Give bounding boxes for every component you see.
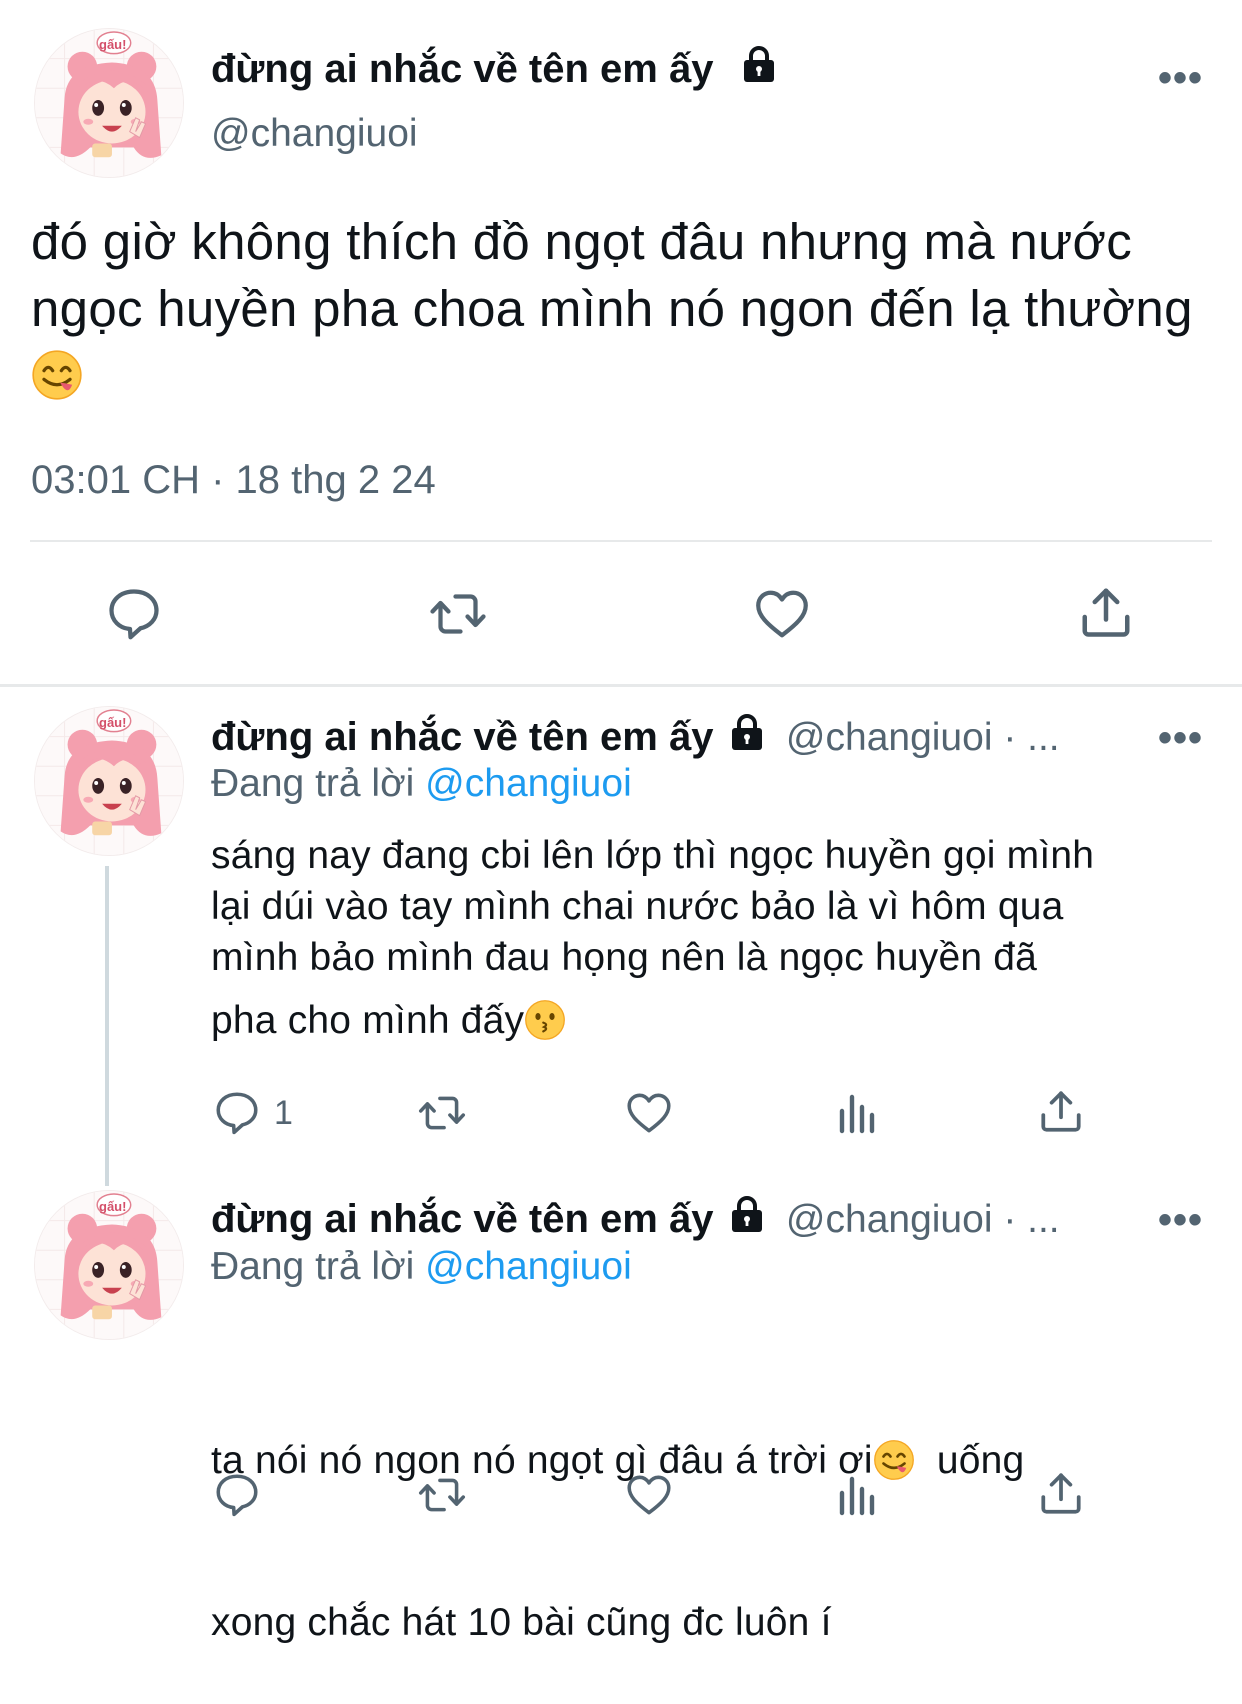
reply-text-line: ta nói nó ngon nó ngọt gì đâu á trời ơi (211, 1439, 873, 1482)
share-button[interactable] (1036, 1468, 1086, 1518)
replying-to-label: Đang trả lời (211, 762, 415, 805)
user-handle[interactable]: @changiuoi (211, 112, 418, 156)
share-upload-icon (1036, 1086, 1086, 1136)
bar-chart-icon (832, 1470, 880, 1520)
more-options-button[interactable]: ••• (1158, 56, 1203, 101)
reply-text-line: uống (914, 1439, 1025, 1482)
speech-bubble-icon (212, 1470, 262, 1520)
retweet-button[interactable] (414, 1088, 470, 1138)
display-name-text[interactable]: đừng ai nhắc về tên em ấy (211, 715, 713, 759)
reply-button[interactable] (212, 1470, 262, 1520)
user-handle[interactable]: @changiuoi · ... (786, 1198, 1060, 1241)
more-options-button[interactable]: ••• (1158, 716, 1203, 761)
heart-icon (624, 1088, 674, 1138)
lock-icon (727, 1194, 767, 1234)
avatar[interactable]: gấu! (34, 1190, 184, 1340)
reply-header: đừng ai nhắc về tên em ấy @changiuoi · .… (211, 712, 1060, 760)
divider (30, 540, 1212, 542)
tweet-text-content: đó giờ không thích đồ ngọt đâu nhưng mà … (31, 213, 1193, 337)
tweet-text: đó giờ không thích đồ ngọt đâu nhưng mà … (31, 208, 1211, 409)
display-name[interactable]: đừng ai nhắc về tên em ấy (211, 44, 779, 92)
kissing-face-emoji (524, 999, 566, 1041)
reply-count: 1 (274, 1093, 293, 1132)
avatar[interactable]: gấu! (34, 706, 184, 856)
like-button[interactable] (624, 1088, 674, 1138)
bar-chart-icon (832, 1088, 880, 1138)
reply-button[interactable] (104, 584, 164, 644)
like-button[interactable] (752, 584, 812, 644)
lock-icon (727, 712, 767, 752)
more-options-icon: ••• (1158, 716, 1204, 760)
share-upload-icon (1036, 1468, 1086, 1518)
reply-text-line: xong chắc hát 10 bài cũng đc luôn í (211, 1601, 832, 1644)
speech-bubble-icon (212, 1088, 262, 1138)
retweet-button[interactable] (414, 1470, 470, 1520)
retweet-arrows-icon (414, 1088, 470, 1138)
reply-text-line: sáng nay đang cbi lên lớp thì ngọc huyền… (211, 834, 1095, 877)
section-divider (0, 684, 1242, 687)
heart-icon (752, 584, 812, 644)
replying-to: Đang trả lời @changiuoi (211, 1245, 632, 1289)
lock-icon (739, 44, 779, 84)
more-options-button[interactable]: ••• (1158, 1198, 1203, 1243)
avatar-sticker-text: gấu! (99, 37, 127, 52)
thread-line (105, 866, 109, 1186)
replying-to: Đang trả lời @changiuoi (211, 762, 632, 806)
speech-bubble-icon (104, 584, 164, 644)
replying-to-handle[interactable]: @changiuoi (425, 1245, 632, 1288)
avatar-sticker-text: gấu! (99, 715, 127, 730)
avatar[interactable]: gấu! (34, 28, 184, 178)
user-handle[interactable]: @changiuoi · ... (786, 716, 1060, 759)
retweet-arrows-icon (414, 1470, 470, 1520)
heart-icon (624, 1470, 674, 1520)
reply-button[interactable]: 1 (212, 1088, 293, 1138)
share-button[interactable] (1036, 1086, 1086, 1136)
more-options-icon: ••• (1158, 1198, 1204, 1242)
face-savoring-food-emoji (31, 349, 83, 401)
display-name-text[interactable]: đừng ai nhắc về tên em ấy (211, 1197, 713, 1241)
reply-text-line: pha cho mình đấy (211, 999, 525, 1042)
retweet-arrows-icon (426, 584, 490, 644)
like-button[interactable] (624, 1470, 674, 1520)
reply-header: đừng ai nhắc về tên em ấy @changiuoi · .… (211, 1194, 1060, 1242)
retweet-button[interactable] (426, 584, 490, 644)
reply-text-line: lại dúi vào tay mình chai nước bảo là vì… (211, 885, 1064, 928)
replying-to-label: Đang trả lời (211, 1245, 415, 1288)
share-upload-icon (1076, 582, 1136, 642)
avatar-sticker-text: gấu! (99, 1199, 127, 1214)
views-button[interactable] (832, 1470, 880, 1520)
more-options-icon: ••• (1158, 56, 1204, 100)
views-button[interactable] (832, 1088, 880, 1138)
display-name-text: đừng ai nhắc về tên em ấy (211, 47, 714, 91)
reply-text-line: mình bảo mình đau họng nên là ngọc huyền… (211, 936, 1038, 979)
share-button[interactable] (1076, 582, 1136, 642)
reply-text: sáng nay đang cbi lên lớp thì ngọc huyền… (211, 830, 1221, 1046)
tweet-timestamp[interactable]: 03:01 CH · 18 thg 2 24 (31, 458, 436, 503)
replying-to-handle[interactable]: @changiuoi (425, 762, 632, 805)
